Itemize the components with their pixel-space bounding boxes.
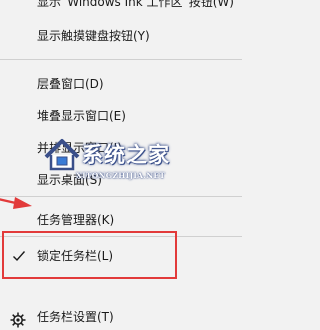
taskbar-context-menu: 显示“Windows Ink 工作区”按钮(W) 显示触摸键盘按钮(Y) 层叠窗… bbox=[0, 0, 242, 328]
menu-item-cascade-windows[interactable]: 层叠窗口(D) bbox=[0, 71, 242, 97]
menu-item-label: 显示“Windows Ink 工作区”按钮(W) bbox=[37, 0, 234, 9]
menu-item-label: 显示触摸键盘按钮(Y) bbox=[37, 29, 150, 43]
watermark-url: XITONGZHIJIA.NET bbox=[76, 171, 166, 180]
highlight-box bbox=[2, 231, 177, 279]
menu-item-show-touch-keyboard-button[interactable]: 显示触摸键盘按钮(Y) bbox=[0, 23, 242, 49]
watermark-title: 系统之家 bbox=[82, 143, 170, 167]
house-logo-icon bbox=[44, 139, 80, 171]
gear-icon bbox=[10, 312, 26, 328]
menu-item-label: 堆叠显示窗口(E) bbox=[37, 109, 126, 123]
pointer-arrow-icon bbox=[0, 197, 32, 209]
menu-separator bbox=[0, 196, 242, 197]
watermark: 系统之家 XITONGZHIJIA.NET bbox=[42, 135, 247, 187]
menu-item-label: 层叠窗口(D) bbox=[37, 77, 104, 91]
menu-item-task-manager[interactable]: 任务管理器(K) bbox=[0, 207, 242, 233]
menu-item-stack-windows[interactable]: 堆叠显示窗口(E) bbox=[0, 103, 242, 129]
menu-separator bbox=[0, 59, 242, 60]
menu-item-taskbar-settings[interactable]: 任务栏设置(T) bbox=[0, 304, 242, 330]
menu-item-label: 任务管理器(K) bbox=[37, 213, 115, 227]
menu-item-show-windows-ink-button[interactable]: 显示“Windows Ink 工作区”按钮(W) bbox=[0, 0, 242, 15]
menu-item-label: 任务栏设置(T) bbox=[37, 310, 114, 324]
